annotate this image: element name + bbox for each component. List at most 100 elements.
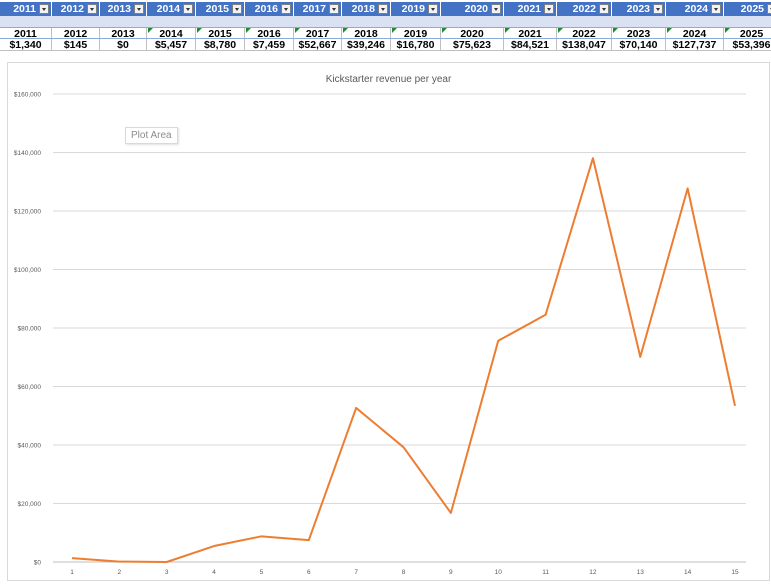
column-header[interactable]: 2021	[504, 2, 557, 16]
column-header[interactable]: 2025	[724, 2, 771, 16]
column-header[interactable]: 2012	[52, 2, 100, 16]
revenue-cell-text: $75,623	[453, 38, 491, 51]
column-header[interactable]: 2020	[441, 2, 504, 16]
revenue-cell[interactable]: $5,457	[147, 39, 196, 51]
column-header-text: 2018	[351, 3, 375, 15]
revenue-cell[interactable]: $52,667	[294, 38, 342, 51]
filter-dropdown-button[interactable]	[329, 4, 339, 14]
error-indicator-icon	[246, 28, 251, 33]
column-header[interactable]: 2015	[196, 2, 245, 16]
revenue-cell[interactable]: $8,780	[196, 38, 245, 51]
chart-plot[interactable]: $0 $20,000 $40,000 $60,000 $80,000 $100,000 $1…	[8, 63, 769, 580]
table-header-row: 2011 2012 2013 2014 2015 2016 2017 2018 2019 2020…	[0, 2, 771, 16]
x-tick-label: 12	[589, 569, 597, 576]
filter-dropdown-button[interactable]	[281, 4, 291, 14]
x-tick-label: 1	[70, 569, 74, 576]
filter-dropdown-button[interactable]	[183, 4, 193, 14]
revenue-cell-text: $138,047	[562, 38, 606, 51]
column-header-text: 2016	[254, 3, 278, 15]
column-header-text: 2022	[572, 3, 596, 15]
filter-dropdown-button[interactable]	[767, 4, 771, 14]
revenue-cell[interactable]: $138,047	[557, 38, 612, 51]
revenue-cell[interactable]: $1,340	[0, 39, 52, 51]
revenue-cell[interactable]: $39,246	[342, 38, 391, 51]
error-indicator-icon	[667, 28, 672, 33]
error-indicator-icon	[613, 28, 618, 33]
revenue-cell-text: $39,246	[347, 38, 385, 51]
y-tick-label: $40,000	[18, 443, 42, 450]
filter-dropdown-button[interactable]	[378, 4, 388, 14]
y-tick-label: $20,000	[18, 501, 42, 508]
x-tick-label: 5	[260, 569, 264, 576]
revenue-cell[interactable]: $7,459	[245, 39, 294, 51]
revenue-cell-text: $16,780	[396, 38, 435, 51]
column-header-text: 2019	[401, 3, 425, 15]
x-tick-label: 15	[731, 569, 739, 576]
column-header[interactable]: 2016	[245, 2, 294, 16]
filter-dropdown-button[interactable]	[544, 4, 554, 14]
y-tick-label: $100,000	[14, 267, 41, 274]
column-header[interactable]: 2024	[666, 2, 724, 16]
x-tick-label: 6	[307, 569, 311, 576]
column-header-text: 2011	[13, 3, 36, 15]
filter-dropdown-button[interactable]	[491, 4, 501, 14]
x-tick-label: 2	[118, 569, 122, 576]
revenue-cell[interactable]: $16,780	[391, 38, 441, 51]
filter-dropdown-button[interactable]	[134, 4, 144, 14]
filter-dropdown-button[interactable]	[39, 4, 49, 14]
revenue-cell-text: $0	[117, 38, 129, 51]
revenue-cell-text: $70,140	[619, 38, 658, 51]
filter-dropdown-button[interactable]	[711, 4, 721, 14]
revenue-cell[interactable]: $70,140	[612, 38, 666, 51]
x-tick-label: 9	[449, 569, 453, 576]
column-header-text: 2024	[684, 3, 708, 15]
revenue-cell-text: $53,396	[732, 38, 771, 51]
x-tick-label: 10	[495, 569, 503, 576]
column-header[interactable]: 2017	[294, 2, 342, 16]
column-header[interactable]: 2013	[100, 2, 147, 16]
x-tick-label: 3	[165, 569, 169, 576]
filter-dropdown-button[interactable]	[87, 4, 97, 14]
revenue-cell[interactable]: $127,737	[666, 39, 724, 51]
error-indicator-icon	[343, 28, 348, 33]
revenue-cell[interactable]: $53,396	[724, 38, 771, 51]
revenue-cell-text: $8,780	[203, 38, 237, 51]
x-tick-label: 11	[542, 569, 549, 576]
revenue-cell-text: $52,667	[298, 38, 337, 51]
x-tick-label: 8	[402, 569, 406, 576]
y-tick-label: $60,000	[18, 384, 42, 391]
x-tick-label: 14	[684, 569, 692, 576]
error-indicator-icon	[148, 28, 153, 33]
revenue-cell[interactable]: $84,521	[504, 39, 557, 51]
revenue-cell[interactable]: $145	[52, 39, 100, 51]
column-header[interactable]: 2018	[342, 2, 391, 16]
column-header[interactable]: 2023	[612, 2, 666, 16]
filter-dropdown-button[interactable]	[599, 4, 609, 14]
table-revenue-row: $1,340 $145 $0 $5,457 $8,780 $7,459 $52,667 $39…	[0, 38, 771, 51]
y-tick-label: $0	[34, 560, 42, 567]
spreadsheet-table: 2011 2012 2013 2014 2015 2016 2017 2018 2019 2020…	[0, 0, 771, 51]
y-tick-label: $140,000	[14, 150, 41, 157]
y-tick-label: $120,000	[14, 209, 41, 216]
column-header-text: 2017	[302, 3, 326, 15]
filter-dropdown-button[interactable]	[428, 4, 438, 14]
series-line[interactable]	[71, 157, 736, 563]
error-indicator-icon	[725, 28, 730, 33]
column-header[interactable]: 2011	[0, 2, 52, 16]
column-header-text: 2020	[464, 3, 488, 15]
line-chart[interactable]: Kickstarter revenue per year $0 $20,000 $4…	[7, 62, 770, 581]
error-indicator-icon	[442, 28, 447, 33]
column-header-text: 2015	[205, 3, 229, 15]
chart-title: Kickstarter revenue per year	[325, 74, 452, 85]
column-header-text: 2012	[60, 3, 84, 15]
column-header[interactable]: 2022	[557, 2, 612, 16]
filter-dropdown-button[interactable]	[653, 4, 663, 14]
column-header[interactable]: 2019	[391, 2, 441, 16]
filter-dropdown-button[interactable]	[232, 4, 242, 14]
revenue-cell[interactable]: $0	[100, 38, 147, 51]
table-banded-row	[0, 16, 771, 27]
column-header[interactable]: 2014	[147, 2, 196, 16]
column-header-text: 2021	[517, 3, 541, 15]
revenue-cell[interactable]: $75,623	[441, 38, 504, 51]
x-tick-label: 13	[637, 569, 645, 576]
